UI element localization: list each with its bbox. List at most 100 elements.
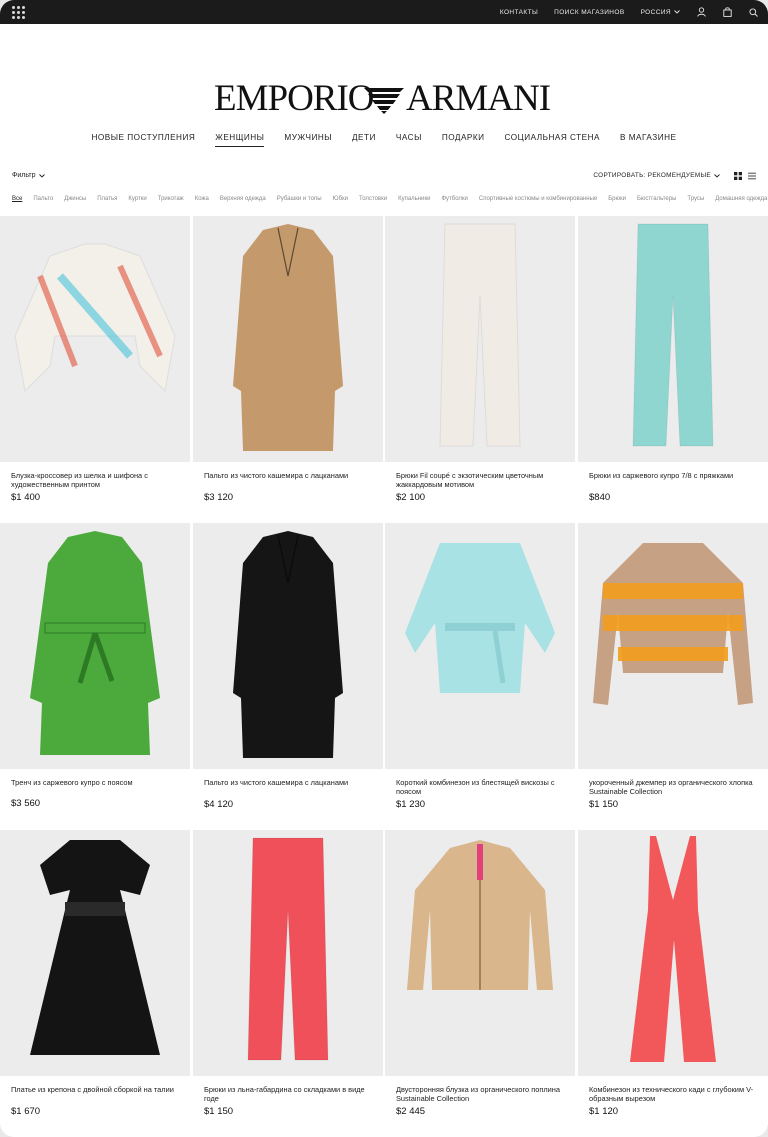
product-name[interactable]: Блузка-кроссовер из шелка и шифона с худ… [11, 471, 181, 489]
nav-watches[interactable]: ЧАСЫ [396, 133, 422, 147]
product-name[interactable]: Пальто из чистого кашемира с лацканами [204, 778, 374, 787]
category-item[interactable]: Верхняя одежда [220, 196, 266, 202]
category-item[interactable]: Трусы [687, 196, 704, 202]
product-name[interactable]: Брюки из льна-габардина со складками в в… [204, 1085, 374, 1103]
product-name[interactable]: Тренч из саржевого купро с поясом [11, 778, 181, 787]
toolbar: Фильтр СОРТИРОВАТЬ: РЕКОМЕНДУЕМЫЕ [12, 172, 768, 184]
category-item[interactable]: Спортивные костюмы и комбинированные [479, 196, 597, 202]
nav-kids[interactable]: ДЕТИ [352, 133, 376, 147]
product-card[interactable]: Брюки из саржевого купро 7/8 с пряжками … [578, 216, 768, 522]
product-card[interactable]: Брюки из льна-габардина со складками в в… [193, 830, 383, 1136]
filter-button[interactable]: Фильтр [12, 172, 45, 179]
category-item[interactable]: Пальто [33, 196, 53, 202]
contacts-link[interactable]: КОНТАКТЫ [500, 9, 538, 16]
category-item[interactable]: Футболки [441, 196, 467, 202]
product-image[interactable] [578, 523, 768, 769]
view-switcher [734, 172, 756, 180]
product-image[interactable] [385, 523, 575, 769]
country-label: РОССИЯ [640, 8, 671, 16]
product-image[interactable] [193, 216, 383, 462]
product-image[interactable] [578, 216, 768, 462]
product-image[interactable] [578, 830, 768, 1076]
product-price: $1 150 [204, 1106, 234, 1117]
product-card[interactable]: Платье из крепона с двойной сборкой на т… [0, 830, 190, 1136]
sort-label: СОРТИРОВАТЬ: РЕКОМЕНДУЕМЫЕ [593, 172, 711, 179]
product-name[interactable]: Платье из крепона с двойной сборкой на т… [11, 1085, 181, 1094]
list-view-icon[interactable] [748, 172, 756, 180]
product-price: $1 150 [589, 799, 619, 810]
product-card[interactable]: Пальто из чистого кашемира с лацканами $… [193, 216, 383, 522]
garment-illustration [630, 836, 716, 1062]
product-card[interactable]: Комбинезон из технического кади с глубок… [578, 830, 768, 1136]
product-price: $4 120 [204, 799, 234, 810]
garment-illustration [233, 531, 343, 758]
brand-left: EMPORIO [214, 78, 374, 114]
category-item[interactable]: Толстовки [359, 196, 387, 202]
category-item[interactable]: Домашняя одежда [715, 196, 767, 202]
product-image[interactable] [0, 523, 190, 769]
bag-icon[interactable] [722, 7, 732, 17]
product-card[interactable]: Пальто из чистого кашемира с лацканами $… [193, 523, 383, 829]
grid-view-icon[interactable] [734, 172, 742, 180]
nav-women[interactable]: ЖЕНЩИНЫ [215, 133, 265, 147]
product-name[interactable]: Пальто из чистого кашемира с лацканами [204, 471, 374, 480]
nav-new-arrivals[interactable]: НОВЫЕ ПОСТУПЛЕНИЯ [92, 133, 196, 147]
product-name[interactable]: Короткий комбинезон из блестящей вискозы… [396, 778, 566, 796]
category-item[interactable]: Трикотаж [158, 196, 184, 202]
product-name[interactable]: Брюки из саржевого купро 7/8 с пряжками [589, 471, 759, 480]
product-price: $1 400 [11, 492, 41, 503]
category-item[interactable]: Брюки [608, 196, 626, 202]
garment-illustration [405, 543, 555, 693]
user-icon[interactable] [696, 7, 706, 17]
category-item[interactable]: Джинсы [64, 196, 86, 202]
product-card[interactable]: Брюки Fil coupé с экзотическим цветочным… [385, 216, 575, 522]
grid-menu-icon[interactable] [12, 5, 25, 19]
product-name[interactable]: Комбинезон из технического кади с глубок… [589, 1085, 759, 1103]
brand-right: ARMANI [406, 78, 551, 114]
nav-gifts[interactable]: ПОДАРКИ [442, 133, 485, 147]
product-card[interactable]: укороченный джемпер из органического хло… [578, 523, 768, 829]
top-nav: КОНТАКТЫ ПОИСК МАГАЗИНОВ РОССИЯ [500, 7, 758, 17]
product-name[interactable]: укороченный джемпер из органического хло… [589, 778, 759, 796]
product-card[interactable]: Блузка-кроссовер из шелка и шифона с худ… [0, 216, 190, 522]
brand-logo[interactable]: EMPORIO ARMANI [0, 78, 768, 114]
product-price: $2 100 [396, 492, 426, 503]
garment-illustration [14, 243, 176, 393]
garment-illustration [407, 840, 553, 990]
garment-illustration [30, 531, 160, 755]
nav-social-wall[interactable]: СОЦИАЛЬНАЯ СТЕНА [505, 133, 600, 147]
category-item[interactable]: Рубашки и топы [277, 196, 322, 202]
product-card[interactable]: Короткий комбинезон из блестящей вискозы… [385, 523, 575, 829]
product-image[interactable] [0, 216, 190, 462]
category-item[interactable]: Куртки [128, 196, 146, 202]
nav-men[interactable]: МУЖЧИНЫ [284, 133, 332, 147]
category-item[interactable]: Все [12, 196, 22, 202]
filter-label: Фильтр [12, 172, 36, 179]
country-selector[interactable]: РОССИЯ [641, 9, 680, 16]
garment-illustration [233, 224, 343, 451]
category-item[interactable]: Купальники [398, 196, 430, 202]
category-item[interactable]: Кожа [195, 196, 209, 202]
chevron-down-icon [674, 10, 680, 14]
product-image[interactable] [385, 216, 575, 462]
product-image[interactable] [0, 830, 190, 1076]
garment-illustration [30, 840, 160, 1055]
product-card[interactable]: Двусторонняя блузка из органического поп… [385, 830, 575, 1136]
product-image[interactable] [193, 830, 383, 1076]
page-frame: КОНТАКТЫ ПОИСК МАГАЗИНОВ РОССИЯ EMPORIO [0, 0, 768, 1137]
sort-dropdown[interactable]: СОРТИРОВАТЬ: РЕКОМЕНДУЕМЫЕ [593, 172, 720, 179]
product-name[interactable]: Брюки Fil coupé с экзотическим цветочным… [396, 471, 566, 489]
product-image[interactable] [385, 830, 575, 1076]
nav-in-store[interactable]: В МАГАЗИНЕ [620, 133, 676, 147]
product-price: $1 120 [589, 1106, 619, 1117]
store-locator-link[interactable]: ПОИСК МАГАЗИНОВ [554, 9, 624, 16]
chevron-down-icon [38, 173, 45, 178]
category-item[interactable]: Юбки [333, 196, 348, 202]
category-item[interactable]: Платья [97, 196, 117, 202]
category-item[interactable]: Бюстгальтеры [637, 196, 676, 202]
product-image[interactable] [193, 523, 383, 769]
product-name[interactable]: Двусторонняя блузка из органического поп… [396, 1085, 566, 1103]
search-icon[interactable] [748, 7, 758, 17]
garment-illustration [439, 223, 521, 447]
product-card[interactable]: Тренч из саржевого купро с поясом $3 560 [0, 523, 190, 829]
